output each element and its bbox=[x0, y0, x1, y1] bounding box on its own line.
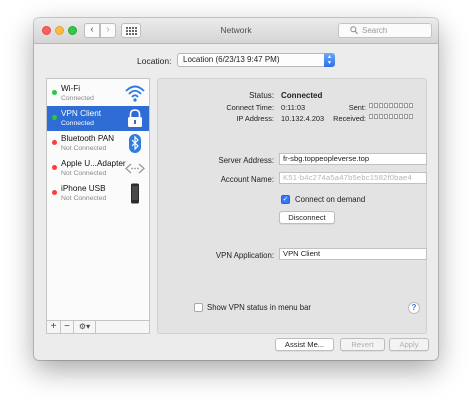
server-address-label: Server Address: bbox=[218, 156, 274, 165]
service-item-iphone-usb[interactable]: iPhone USB Not Connected bbox=[47, 181, 149, 206]
assist-me-button[interactable]: Assist Me... bbox=[275, 338, 334, 351]
add-service-button[interactable]: + bbox=[47, 321, 61, 333]
search-placeholder: Search bbox=[362, 26, 388, 35]
service-name: iPhone USB bbox=[61, 184, 106, 193]
service-name: VPN Client bbox=[61, 109, 102, 118]
lock-icon bbox=[128, 109, 142, 127]
ethernet-icon bbox=[125, 163, 145, 174]
status-dot bbox=[52, 90, 57, 95]
gear-menu-button[interactable]: ⚙▾ bbox=[74, 321, 96, 333]
status-label: Status: bbox=[249, 91, 274, 100]
revert-button[interactable]: Revert bbox=[340, 338, 385, 351]
service-list-toolbar: + − ⚙▾ bbox=[46, 321, 150, 334]
sent-meter bbox=[369, 103, 413, 108]
server-address-field[interactable]: fr-sbg.toppeopleverse.top bbox=[279, 153, 427, 165]
service-status: Not Connected bbox=[61, 195, 107, 202]
service-status: Connected bbox=[61, 120, 94, 127]
service-status: Not Connected bbox=[61, 170, 107, 177]
updown-arrows-icon: ▲ ▼ bbox=[324, 53, 335, 67]
iphone-icon bbox=[131, 183, 139, 204]
service-item-vpn-client[interactable]: VPN Client Connected bbox=[47, 106, 149, 131]
ip-address-label: IP Address: bbox=[236, 114, 274, 123]
service-list: Wi-Fi Connected VPN Client Connected Blu… bbox=[46, 78, 150, 321]
service-name: Wi-Fi bbox=[61, 84, 81, 93]
disconnect-button[interactable]: Disconnect bbox=[279, 211, 335, 224]
vpn-application-label: VPN Application: bbox=[215, 251, 274, 260]
show-vpn-status-checkbox[interactable] bbox=[194, 303, 203, 312]
status-dot bbox=[52, 165, 57, 170]
search-icon bbox=[350, 26, 358, 35]
connect-time-label: Connect Time: bbox=[226, 103, 274, 112]
connect-on-demand-label: Connect on demand bbox=[295, 195, 366, 204]
apply-button[interactable]: Apply bbox=[389, 338, 429, 351]
help-button[interactable]: ? bbox=[408, 302, 420, 314]
service-status: Connected bbox=[61, 95, 94, 102]
status-dot bbox=[52, 140, 57, 145]
location-value: Location (6/23/13 9:47 PM) bbox=[183, 55, 280, 64]
wifi-icon bbox=[125, 85, 145, 102]
bluetooth-icon bbox=[129, 134, 141, 153]
sent-label: Sent: bbox=[348, 103, 366, 112]
service-status: Not Connected bbox=[61, 145, 107, 152]
connect-time-value: 0:11:03 bbox=[281, 103, 306, 112]
gear-icon: ⚙▾ bbox=[78, 322, 91, 331]
account-name-field[interactable]: K51-b4c274a5a47b5ebc1582f0bae4 bbox=[279, 172, 427, 184]
location-popup[interactable]: Location (6/23/13 9:47 PM) ▲ ▼ bbox=[177, 53, 335, 67]
remove-service-button[interactable]: − bbox=[61, 321, 74, 333]
location-label: Location: bbox=[137, 56, 172, 66]
account-name-label: Account Name: bbox=[220, 175, 274, 184]
service-item-apple-usb-adapter[interactable]: Apple U...Adapter Not Connected bbox=[47, 156, 149, 181]
show-vpn-status-label: Show VPN status in menu bar bbox=[207, 303, 312, 312]
service-name: Bluetooth PAN bbox=[61, 134, 115, 143]
status-value: Connected bbox=[281, 91, 323, 100]
vpn-details-panel: Status: Connected Connect Time: 0:11:03 … bbox=[157, 78, 427, 334]
search-field[interactable]: Search bbox=[338, 23, 432, 38]
service-item-wifi[interactable]: Wi-Fi Connected bbox=[47, 81, 149, 106]
service-item-bluetooth-pan[interactable]: Bluetooth PAN Not Connected bbox=[47, 131, 149, 156]
vpn-application-field[interactable]: VPN Client bbox=[279, 248, 427, 260]
received-label: Received: bbox=[333, 114, 366, 123]
received-meter bbox=[369, 114, 413, 119]
service-name: Apple U...Adapter bbox=[61, 159, 126, 168]
title-bar: ‹ › Network Search bbox=[34, 18, 438, 44]
status-dot bbox=[52, 115, 57, 120]
network-preferences-window: ‹ › Network Search Location: Location (6… bbox=[34, 18, 438, 360]
status-dot bbox=[52, 190, 57, 195]
connect-on-demand-checkbox[interactable]: ✓ bbox=[281, 195, 290, 204]
